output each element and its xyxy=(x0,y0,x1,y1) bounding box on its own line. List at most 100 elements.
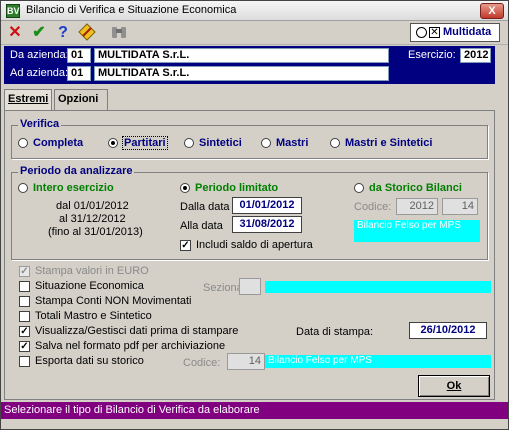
ok-button[interactable]: Ok xyxy=(418,375,490,397)
storico-year-field: 2012 xyxy=(396,198,438,215)
radio-periodo-limitato[interactable]: Periodo limitato xyxy=(180,182,278,194)
window-title: Bilancio di Verifica e Situazione Econom… xyxy=(26,4,237,16)
periodo-title: Periodo da analizzare xyxy=(18,165,135,177)
alla-data-field[interactable]: 31/08/2012 xyxy=(232,216,302,233)
sezionale-field xyxy=(239,278,261,295)
dalla-data-label: Dalla data xyxy=(180,201,230,213)
multidata-logo: ✕ Multidata xyxy=(410,23,500,42)
company-header: Da azienda: 01 MULTIDATA S.r.L. Ad azien… xyxy=(4,46,495,84)
cancel-icon[interactable]: ✕ xyxy=(5,23,25,43)
export-codice-label: Codice: xyxy=(183,357,221,369)
periodo-group: Periodo da analizzare Intero esercizio d… xyxy=(11,165,488,260)
radio-limitato-dot xyxy=(180,183,190,193)
dalla-data-field[interactable]: 01/01/2012 xyxy=(232,197,302,214)
radio-mastri-sintetici-dot xyxy=(330,138,340,148)
cross-box-icon: ✕ xyxy=(429,27,440,38)
help-icon[interactable]: ? xyxy=(53,23,73,43)
esercizio-label: Esercizio: xyxy=(408,49,456,61)
non-movimentati-checkbox[interactable]: Stampa Conti NON Movimentati xyxy=(19,295,192,307)
includi-saldo-label: Includi saldo di apertura xyxy=(196,239,313,251)
ad-azienda-label: Ad azienda: xyxy=(10,67,69,79)
radio-intero-esercizio[interactable]: Intero esercizio xyxy=(18,182,114,194)
da-azienda-name-field: MULTIDATA S.r.L. xyxy=(94,48,389,63)
radio-completa-label: Completa xyxy=(33,137,84,149)
radio-sintetici[interactable]: Sintetici xyxy=(184,137,242,149)
stampa-euro-label: Stampa valori in EURO xyxy=(35,265,149,277)
stampa-euro-box: ✓ xyxy=(19,265,30,277)
tab-estremi-label: Estremi xyxy=(8,93,49,105)
includi-saldo-box: ✓ xyxy=(180,239,191,251)
includi-saldo-checkbox[interactable]: ✓ Includi saldo di apertura xyxy=(180,239,313,251)
status-bar: Selezionare il tipo di Bilancio di Verif… xyxy=(1,402,508,419)
ad-azienda-code-field[interactable]: 01 xyxy=(67,66,91,81)
visualizza-box: ✓ xyxy=(19,325,30,337)
radio-mastri-label: Mastri xyxy=(276,137,309,149)
ad-azienda-name-field: MULTIDATA S.r.L. xyxy=(94,66,389,81)
radio-mastri-dot xyxy=(261,138,271,148)
esercizio-field[interactable]: 2012 xyxy=(460,48,491,63)
binoculars-icon[interactable] xyxy=(109,23,129,43)
app-icon: BV xyxy=(6,4,20,18)
edit-icon[interactable] xyxy=(77,23,97,43)
non-movimentati-label: Stampa Conti NON Movimentati xyxy=(35,295,192,307)
tab-opzioni-avanzate[interactable]: Opzioni avanzate xyxy=(54,89,109,124)
intero-dal-text: dal 01/01/2012 xyxy=(56,200,129,212)
title-bar: BV Bilancio di Verifica e Situazione Eco… xyxy=(1,1,508,21)
logo-text: Multidata xyxy=(443,26,492,38)
radio-completa[interactable]: Completa xyxy=(18,137,83,149)
toolbar: ✕ ✔ ? ✕ Multidata xyxy=(1,21,508,45)
visualizza-checkbox[interactable]: ✓ Visualizza/Gestisci dati prima di stamp… xyxy=(19,325,238,337)
visualizza-label: Visualizza/Gestisci dati prima di stampa… xyxy=(35,325,239,337)
intero-al-text: al 31/12/2012 xyxy=(59,213,126,225)
salva-pdf-checkbox[interactable]: ✓ Salva nel formato pdf per archiviazione xyxy=(19,340,225,352)
situazione-economica-box xyxy=(19,280,30,292)
verifica-title: Verifica xyxy=(18,118,62,130)
totali-mastro-box xyxy=(19,310,30,322)
main-window: BV Bilancio di Verifica e Situazione Eco… xyxy=(0,0,509,430)
tab-panel-estremi: Verifica Completa Partitari Sintetici Ma… xyxy=(4,110,495,400)
sezionale-description xyxy=(265,281,491,293)
totali-mastro-label: Totali Mastro e Sintetico xyxy=(35,310,152,322)
radio-completa-dot xyxy=(18,138,28,148)
radio-partitari[interactable]: Partitari xyxy=(108,136,168,150)
radio-storico-dot xyxy=(354,183,364,193)
storico-codice-label: Codice: xyxy=(354,201,392,213)
radio-mastri-sintetici-label: Mastri e Sintetici xyxy=(345,137,433,149)
data-stampa-field[interactable]: 26/10/2012 xyxy=(409,322,487,339)
esporta-storico-box xyxy=(19,355,30,367)
esporta-storico-label: Esporta dati su storico xyxy=(35,355,144,367)
radio-limitato-label: Periodo limitato xyxy=(195,182,279,194)
intero-fino-text: (fino al 31/01/2013) xyxy=(48,226,143,238)
esporta-storico-checkbox[interactable]: Esporta dati su storico xyxy=(19,355,144,367)
storico-code-field: 14 xyxy=(442,198,478,215)
confirm-icon[interactable]: ✔ xyxy=(29,23,49,43)
radio-mastri-sintetici[interactable]: Mastri e Sintetici xyxy=(330,137,432,149)
verifica-group: Verifica Completa Partitari Sintetici Ma… xyxy=(11,118,488,159)
da-azienda-code-field[interactable]: 01 xyxy=(67,48,91,63)
close-button[interactable]: X xyxy=(480,3,504,19)
stampa-euro-checkbox: ✓ Stampa valori in EURO xyxy=(19,265,149,277)
data-stampa-label: Data di stampa: xyxy=(296,326,374,338)
export-codice-field: 14 xyxy=(227,353,265,370)
export-description: Bilancio Felso per MPS xyxy=(265,355,491,368)
radio-sintetici-label: Sintetici xyxy=(199,137,242,149)
radio-intero-label: Intero esercizio xyxy=(33,182,114,194)
radio-storico-label: da Storico Bilanci xyxy=(369,182,462,194)
tab-estremi[interactable]: Estremi xyxy=(4,89,53,111)
totali-mastro-checkbox[interactable]: Totali Mastro e Sintetico xyxy=(19,310,152,322)
radio-intero-dot xyxy=(18,183,28,193)
radio-storico-bilanci[interactable]: da Storico Bilanci xyxy=(354,182,462,194)
da-azienda-label: Da azienda: xyxy=(10,49,69,61)
salva-pdf-box: ✓ xyxy=(19,340,30,352)
radio-mastri[interactable]: Mastri xyxy=(261,137,308,149)
non-movimentati-box xyxy=(19,295,30,307)
ok-label: Ok xyxy=(446,380,462,392)
situazione-economica-label: Situazione Economica xyxy=(35,280,144,292)
radio-sintetici-dot xyxy=(184,138,194,148)
situazione-economica-checkbox[interactable]: Situazione Economica xyxy=(19,280,144,292)
storico-description: Bilancio Felso per MPS xyxy=(354,220,480,242)
radio-partitari-dot xyxy=(108,138,118,148)
radio-partitari-label: Partitari xyxy=(122,136,168,150)
alla-data-label: Alla data xyxy=(180,220,223,232)
salva-pdf-label: Salva nel formato pdf per archiviazione xyxy=(35,340,226,352)
